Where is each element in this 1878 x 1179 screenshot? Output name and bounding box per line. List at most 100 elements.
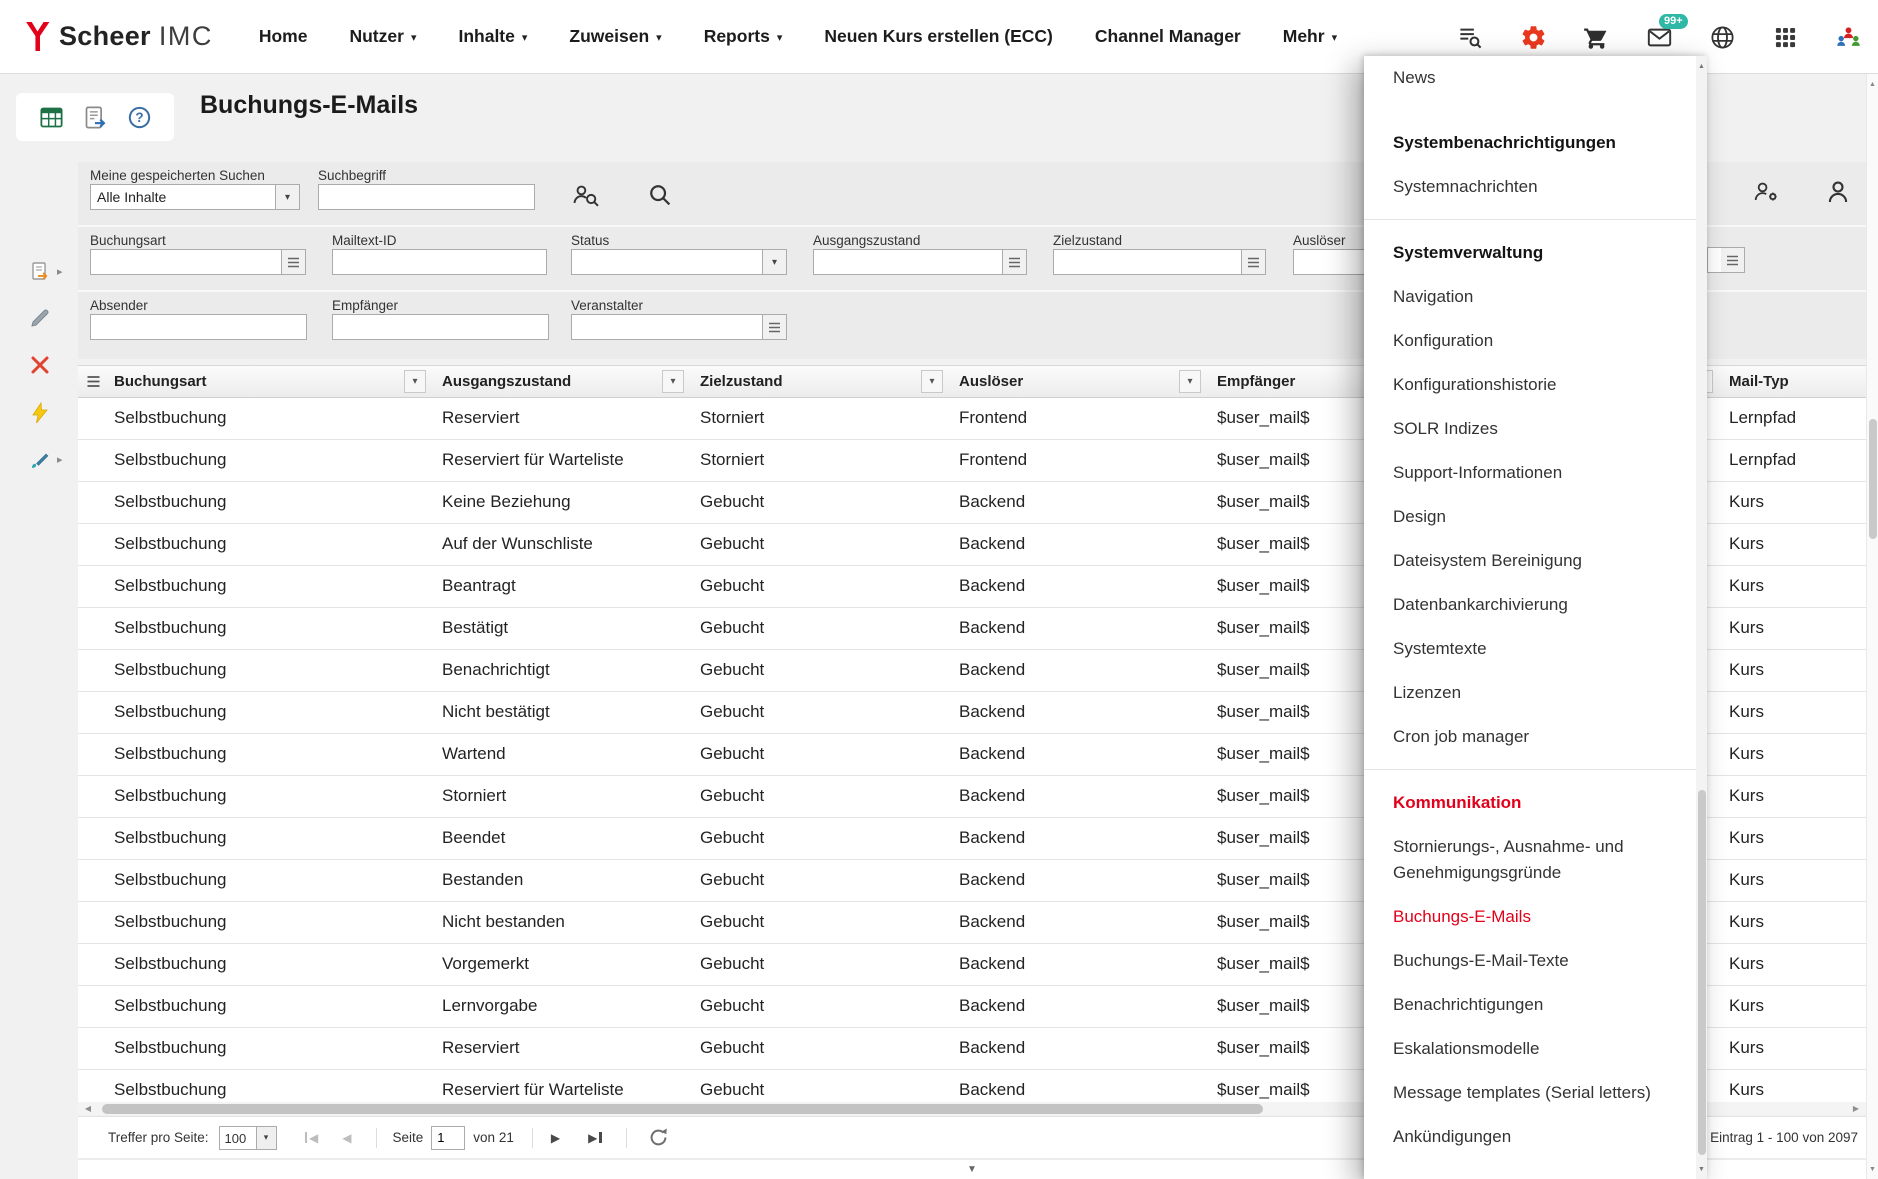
scroll-up-icon[interactable]: ▲ xyxy=(1696,58,1707,74)
menu-scroll-thumb[interactable] xyxy=(1698,790,1706,1155)
help-icon[interactable]: ? xyxy=(126,104,153,131)
scroll-up-icon[interactable]: ▲ xyxy=(1867,76,1878,92)
nav-item-home[interactable]: Home xyxy=(259,26,308,47)
scroll-right-icon[interactable]: ▶ xyxy=(1848,1102,1864,1115)
apps-grid-icon[interactable] xyxy=(1772,24,1799,51)
cell-ausl-ser: Backend xyxy=(947,944,1205,985)
obscured-filter-input[interactable] xyxy=(1707,247,1721,273)
mail-icon[interactable]: 99+ xyxy=(1646,24,1673,51)
page-scrollbar[interactable]: ▲ ▼ xyxy=(1866,74,1878,1179)
menu-item-solr-indizes[interactable]: SOLR Indizes xyxy=(1364,407,1696,451)
delete-x-icon[interactable] xyxy=(28,353,52,377)
list-picker-button[interactable] xyxy=(1003,249,1027,275)
user-icon[interactable] xyxy=(1822,177,1854,207)
page-input[interactable] xyxy=(431,1126,465,1150)
filter-input-veranstalter[interactable] xyxy=(571,314,763,340)
edit-pencil-icon[interactable] xyxy=(28,306,52,330)
community-icon[interactable] xyxy=(1835,24,1862,51)
refresh-icon[interactable] xyxy=(647,1126,670,1149)
filter-input-mailtext-id[interactable] xyxy=(332,249,547,275)
globe-icon[interactable] xyxy=(1709,24,1736,51)
menu-item-navigation[interactable]: Navigation xyxy=(1364,275,1696,319)
column-menu-button[interactable]: ▾ xyxy=(921,370,943,393)
menu-item-systemtexte[interactable]: Systemtexte xyxy=(1364,627,1696,671)
filter-input-ausgangszustand[interactable] xyxy=(813,249,1003,275)
scroll-down-icon[interactable]: ▼ xyxy=(1867,1161,1878,1177)
nav-item-reports[interactable]: Reports▾ xyxy=(704,26,783,47)
menu-item-buchungs-e-mail-texte[interactable]: Buchungs-E-Mail-Texte xyxy=(1364,939,1696,983)
menu-item-benachrichtigungen[interactable]: Benachrichtigungen xyxy=(1364,983,1696,1027)
column-header-ausgangszustand[interactable]: Ausgangszustand▾ xyxy=(430,366,688,397)
nav-item-channel-manager[interactable]: Channel Manager xyxy=(1095,26,1241,47)
scroll-down-icon[interactable]: ▼ xyxy=(1696,1161,1707,1177)
list-picker-button[interactable] xyxy=(282,249,306,275)
menu-item-buchungs-e-mails[interactable]: Buchungs-E-Mails xyxy=(1364,895,1696,939)
menu-item-message-templates-serial-letters[interactable]: Message templates (Serial letters) xyxy=(1364,1071,1696,1115)
assign-brush-icon[interactable] xyxy=(28,448,52,472)
export-doc-icon[interactable] xyxy=(28,260,52,284)
user-settings-icon[interactable] xyxy=(1750,177,1782,207)
prev-page-button[interactable]: ◀ xyxy=(338,1131,355,1145)
menu-item-stornierungs-ausnahme-und-genehmigungsgr-nde[interactable]: Stornierungs-, Ausnahme- und Genehmigung… xyxy=(1364,825,1696,895)
column-header-zielzustand[interactable]: Zielzustand▾ xyxy=(688,366,947,397)
scroll-left-icon[interactable]: ◀ xyxy=(80,1102,96,1115)
menu-item-ank-ndigungen[interactable]: Ankündigungen xyxy=(1364,1115,1696,1159)
menu-item-support-informationen[interactable]: Support-Informationen xyxy=(1364,451,1696,495)
column-menu-button[interactable]: ▾ xyxy=(662,370,684,393)
filter-input-status[interactable] xyxy=(571,249,763,275)
search-term-input[interactable] xyxy=(318,184,535,210)
menu-item-cron-job-manager[interactable]: Cron job manager xyxy=(1364,715,1696,759)
export-copy-icon[interactable] xyxy=(82,104,109,131)
expand-arrow-icon[interactable]: ▸ xyxy=(57,455,63,466)
settings-gear-icon[interactable] xyxy=(1520,24,1547,51)
nav-item-inhalte[interactable]: Inhalte▾ xyxy=(458,26,527,47)
search-list-icon[interactable] xyxy=(1457,24,1484,51)
column-header-buchungsart[interactable]: Buchungsart▾ xyxy=(102,366,430,397)
nav-item-zuweisen[interactable]: Zuweisen▾ xyxy=(569,26,661,47)
horizontal-scroll-thumb[interactable] xyxy=(102,1104,1263,1114)
menu-item-news[interactable]: News xyxy=(1364,56,1696,100)
excel-export-icon[interactable] xyxy=(38,104,65,131)
list-picker-button[interactable] xyxy=(763,314,787,340)
column-header-ausl-ser[interactable]: Auslöser▾ xyxy=(947,366,1205,397)
menu-scrollbar[interactable]: ▲ ▼ xyxy=(1696,56,1707,1179)
menu-item-eskalationsmodelle[interactable]: Eskalationsmodelle xyxy=(1364,1027,1696,1071)
menu-item-systemnachrichten[interactable]: Systemnachrichten xyxy=(1364,165,1696,209)
filter-input-buchungsart[interactable] xyxy=(90,249,282,275)
brand-logo[interactable]: Scheer IMC xyxy=(24,21,213,52)
last-page-button[interactable]: ▶ xyxy=(584,1131,606,1145)
menu-item-dateisystem-bereinigung[interactable]: Dateisystem Bereinigung xyxy=(1364,539,1696,583)
per-page-select[interactable]: 100 ▾ xyxy=(219,1126,277,1150)
menu-item-konfigurationshistorie[interactable]: Konfigurationshistorie xyxy=(1364,363,1696,407)
column-menu-button[interactable]: ▾ xyxy=(1179,370,1201,393)
nav-item-mehr[interactable]: Mehr▾ xyxy=(1283,26,1337,47)
first-page-button[interactable]: ◀ xyxy=(301,1131,323,1145)
filter-input-zielzustand[interactable] xyxy=(1053,249,1242,275)
menu-item-lizenzen[interactable]: Lizenzen xyxy=(1364,671,1696,715)
cell-zielzustand: Gebucht xyxy=(688,524,947,565)
saved-search-select[interactable]: Alle Inhalte ▾ xyxy=(90,184,300,210)
last-page-icon: ▶ xyxy=(588,1131,597,1145)
chevron-down-icon[interactable]: ▾ xyxy=(276,184,300,210)
dropdown-button[interactable]: ▾ xyxy=(763,249,787,275)
next-page-button[interactable]: ▶ xyxy=(547,1131,564,1145)
filter-input-empf-nger[interactable] xyxy=(332,314,549,340)
column-header-mail-typ[interactable]: Mail-Typ xyxy=(1717,366,1866,397)
filter-input-absender[interactable] xyxy=(90,314,307,340)
list-picker-button[interactable] xyxy=(1721,247,1745,273)
menu-item-konfiguration[interactable]: Konfiguration xyxy=(1364,319,1696,363)
page-scroll-thumb[interactable] xyxy=(1869,419,1877,539)
column-menu-button[interactable]: ▾ xyxy=(404,370,426,393)
nav-item-nutzer[interactable]: Nutzer▾ xyxy=(349,26,416,47)
nav-item-neuen-kurs-erstellen-ecc[interactable]: Neuen Kurs erstellen (ECC) xyxy=(824,26,1053,47)
select-column-header[interactable] xyxy=(78,366,102,397)
user-search-icon[interactable] xyxy=(570,180,602,210)
quick-action-lightning-icon[interactable] xyxy=(28,401,52,425)
cart-icon[interactable] xyxy=(1583,24,1610,51)
list-picker-button[interactable] xyxy=(1242,249,1266,275)
search-icon[interactable] xyxy=(644,180,676,210)
menu-item-datenbankarchivierung[interactable]: Datenbankarchivierung xyxy=(1364,583,1696,627)
menu-item-design[interactable]: Design xyxy=(1364,495,1696,539)
expand-arrow-icon[interactable]: ▸ xyxy=(57,267,63,278)
filter-label: Veranstalter xyxy=(571,298,643,313)
